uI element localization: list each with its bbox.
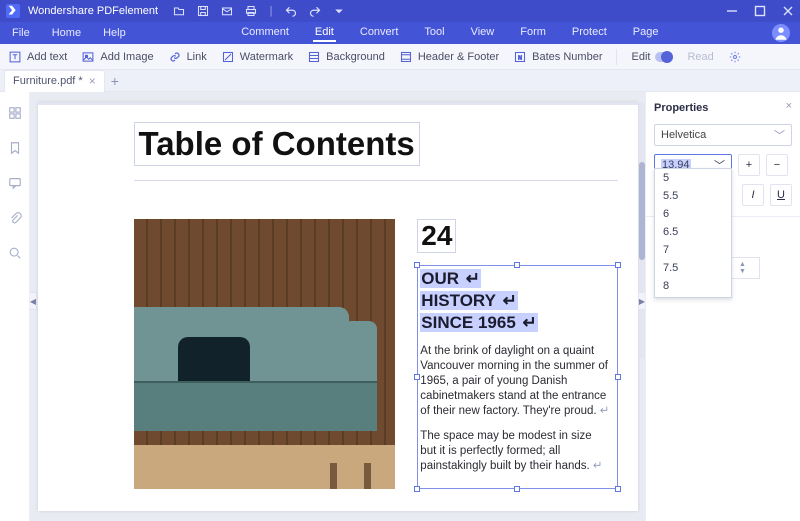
article-photo[interactable] [134,219,396,489]
collapse-left-icon[interactable]: ◀ [30,292,37,310]
article-column: 24 OUR ↵ HISTORY ↵ SINCE 1965 ↵ At the b… [417,219,617,489]
app-logo [6,4,20,18]
stepper-up-icon[interactable]: ▲ [739,261,746,268]
properties-title: Properties [654,102,792,114]
menu-tool[interactable]: Tool [422,24,446,42]
quick-access-toolbar: | [172,4,346,18]
mail-icon[interactable] [220,4,234,18]
menu-file[interactable]: File [10,25,32,41]
text-edit-frame[interactable]: OUR ↵ HISTORY ↵ SINCE 1965 ↵ At the brin… [417,265,617,489]
add-tab-button[interactable]: + [111,73,119,89]
window-controls [726,5,794,17]
watermark-button[interactable]: Watermark [221,50,293,64]
redo-icon[interactable] [308,4,322,18]
page-number[interactable]: 24 [417,219,456,253]
menu-convert[interactable]: Convert [358,24,401,42]
tab-title: Furniture.pdf * [13,75,83,87]
chevron-down-icon: ﹀ [774,127,785,143]
search-icon[interactable] [8,246,22,263]
tabstrip: Furniture.pdf * × + [0,70,800,92]
size-option[interactable]: 5 [655,169,731,187]
tab-close-icon[interactable]: × [89,74,96,88]
font-size-dropdown[interactable]: 5 5.5 6 6.5 7 7.5 8 9 10 10.5 [654,168,732,298]
divider-line [134,180,618,181]
settings-gear-icon[interactable] [728,50,742,64]
read-mode-toggle[interactable]: Read [687,51,713,63]
toolbar-separator [616,49,617,65]
header-footer-button[interactable]: Header & Footer [399,50,499,64]
print-icon[interactable] [244,4,258,18]
menu-form[interactable]: Form [518,24,548,42]
paragraph-2[interactable]: The space may be modest in size but it i… [420,429,610,474]
font-family-value: Helvetica [661,129,706,141]
menu-view[interactable]: View [469,24,497,42]
link-icon [168,50,182,64]
menu-comment[interactable]: Comment [239,24,291,42]
menu-home[interactable]: Home [50,25,83,41]
image-icon [81,50,95,64]
size-option[interactable]: 7 [655,241,731,259]
edit-toggle-icon [655,52,673,62]
page-title[interactable]: Table of Contents [134,122,420,166]
stepper-down-icon[interactable]: ▼ [739,268,746,275]
background-button[interactable]: Background [307,50,385,64]
size-option[interactable]: 8 [655,277,731,295]
document-tab[interactable]: Furniture.pdf * × [4,70,105,92]
app-name: Wondershare PDFelement [28,5,158,17]
size-option[interactable]: 7.5 [655,259,731,277]
attachments-icon[interactable] [8,211,22,228]
titlebar: Wondershare PDFelement | [0,0,800,22]
main-area: ◀ Table of Contents 24 [0,92,800,521]
thumbnails-icon[interactable] [8,106,22,123]
minimize-icon[interactable] [726,5,738,17]
collapse-right-icon[interactable]: ▶ [638,292,645,310]
add-text-button[interactable]: Add text [8,50,67,64]
properties-panel: × Properties Helvetica ﹀ 13.94 ﹀ + − 5 5… [645,92,800,521]
panel-close-icon[interactable]: × [786,100,792,112]
background-icon [307,50,321,64]
user-avatar[interactable] [772,24,790,42]
bates-number-button[interactable]: NBates Number [513,50,602,64]
save-icon[interactable] [196,4,210,18]
close-icon[interactable] [782,5,794,17]
menu-help[interactable]: Help [101,25,128,41]
maximize-icon[interactable] [754,5,766,17]
headline[interactable]: OUR ↵ HISTORY ↵ SINCE 1965 ↵ [420,268,610,334]
size-option[interactable]: 5.5 [655,187,731,205]
header-footer-icon [399,50,413,64]
decrease-size-button[interactable]: − [766,154,788,176]
text-icon [8,50,22,64]
link-button[interactable]: Link [168,50,207,64]
undo-icon[interactable] [284,4,298,18]
left-sidebar [0,92,30,521]
qat-separator: | [268,4,274,18]
increase-size-button[interactable]: + [738,154,760,176]
comments-icon[interactable] [8,176,22,193]
menu-page[interactable]: Page [631,24,661,42]
edit-mode-toggle[interactable]: Edit [631,51,673,63]
size-option[interactable]: 6.5 [655,223,731,241]
edit-toolbar: Add text Add Image Link Watermark Backgr… [0,44,800,70]
menu-protect[interactable]: Protect [570,24,609,42]
paragraph-1[interactable]: At the brink of daylight on a quaint Van… [420,344,610,419]
svg-text:N: N [518,55,522,61]
bookmark-icon[interactable] [8,141,22,158]
font-family-select[interactable]: Helvetica ﹀ [654,124,792,146]
size-option[interactable]: 9 [655,295,731,298]
open-icon[interactable] [172,4,186,18]
size-option[interactable]: 6 [655,205,731,223]
qat-more-icon[interactable] [332,4,346,18]
bates-icon: N [513,50,527,64]
page-top-band [38,102,638,105]
pdf-page: Table of Contents 24 OUR ↵ [38,102,638,511]
underline-button[interactable]: U [770,184,792,206]
add-image-button[interactable]: Add Image [81,50,153,64]
page-viewport[interactable]: ◀ Table of Contents 24 [30,92,645,521]
watermark-icon [221,50,235,64]
italic-button[interactable]: I [742,184,764,206]
menu-edit[interactable]: Edit [313,24,336,42]
menubar: File Home Help Comment Edit Convert Tool… [0,22,800,44]
